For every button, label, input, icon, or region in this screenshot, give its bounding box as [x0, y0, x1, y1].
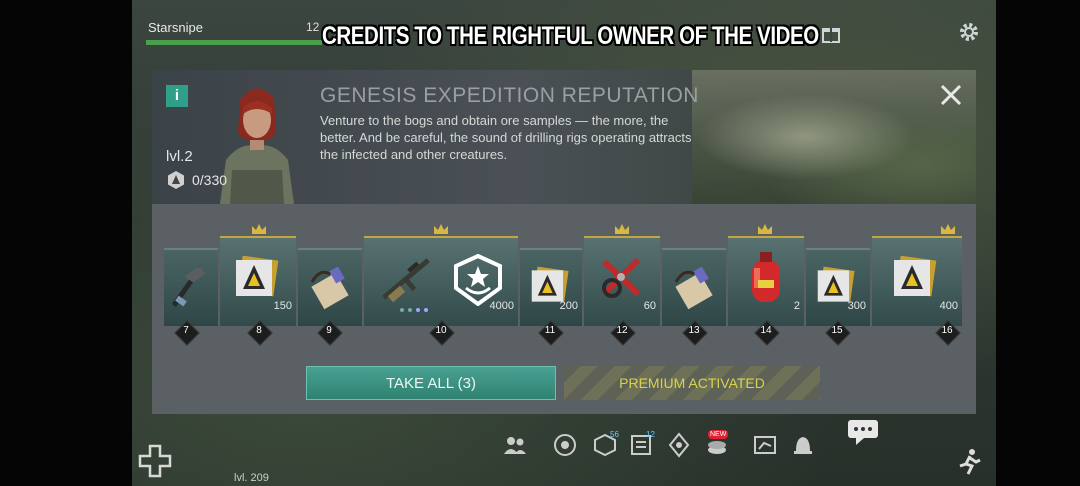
- health-bar: [146, 40, 322, 45]
- reward-card-8[interactable]: 150: [220, 236, 296, 326]
- letterbox-left: [0, 0, 132, 486]
- premium-crown-icon: [758, 224, 772, 234]
- level-marker: 8: [247, 320, 273, 346]
- reward-quantity: 200: [559, 300, 578, 312]
- level-marker: 15: [825, 320, 851, 346]
- star-emblem-icon: [454, 254, 502, 306]
- letterbox-right: [996, 0, 1080, 486]
- panel-title: GENESIS EXPEDITION REPUTATION: [320, 84, 699, 107]
- reputation-progress: 0/330: [192, 172, 228, 188]
- reward-card-14[interactable]: 2: [728, 236, 804, 326]
- info-icon[interactable]: i: [166, 85, 188, 107]
- panel-header: i lvl.2 0/330 GENESIS EXPEDITION REPUTAT…: [152, 70, 976, 204]
- bottom-toolbar: 56 12: [502, 430, 822, 462]
- reward-quantity: 300: [847, 300, 866, 312]
- pliers-icon: [601, 257, 641, 298]
- level-marker: 10: [429, 320, 455, 346]
- gas-canister-icon: [752, 252, 780, 302]
- carousel-dots: [400, 308, 430, 312]
- swamp-artwork: [692, 70, 976, 204]
- level-marker: 9: [317, 320, 343, 346]
- reputation-level: lvl.2: [166, 148, 193, 165]
- reputation-icon: [168, 171, 184, 189]
- level-marker: 7: [174, 320, 200, 346]
- level-marker: 13: [682, 320, 708, 346]
- panel-description: Venture to the bogs and obtain ore sampl…: [320, 113, 692, 162]
- crafting-badge: 56: [610, 430, 619, 439]
- clan-icon[interactable]: [552, 432, 578, 458]
- premium-crown-icon: [434, 224, 448, 234]
- reward-card-7[interactable]: [164, 248, 218, 326]
- bell-icon[interactable]: [790, 432, 816, 458]
- plus-icon[interactable]: [138, 444, 172, 478]
- reward-card-15[interactable]: 300: [806, 248, 870, 326]
- reputation-panel: i lvl.2 0/330 GENESIS EXPEDITION REPUTAT…: [152, 70, 976, 414]
- premium-crown-icon: [252, 224, 266, 234]
- reward-quantity: 60: [643, 300, 656, 312]
- premium-crown-icon: [615, 224, 629, 234]
- watermark-text: CREDITS TO THE RIGHTFUL OWNER OF THE VID…: [322, 22, 819, 50]
- reward-quantity: 150: [273, 300, 292, 312]
- player-level: lvl. 209: [234, 472, 269, 484]
- quests-badge: 12: [646, 430, 655, 439]
- player-name: Starsnipe: [148, 20, 203, 35]
- level-marker: 12: [610, 320, 636, 346]
- premium-status: PREMIUM ACTIVATED: [564, 366, 820, 400]
- reward-card-11[interactable]: 200: [520, 248, 582, 326]
- token-icon: [894, 256, 937, 297]
- reward-quantity: 4000: [489, 300, 514, 312]
- scroll-icon: [310, 266, 349, 310]
- scroll-icon: [674, 266, 713, 310]
- player-value: 12: [306, 20, 320, 34]
- compass-icon[interactable]: [666, 432, 692, 458]
- gift-icon[interactable]: [820, 22, 842, 44]
- reward-quantity: 2: [793, 300, 800, 312]
- reward-card-16[interactable]: 400: [872, 236, 962, 326]
- rifle-icon: [382, 258, 430, 303]
- sprint-icon[interactable]: [956, 448, 984, 476]
- new-badge: NEW: [708, 430, 729, 439]
- level-marker: 16: [935, 320, 961, 346]
- reward-card-12[interactable]: 60: [584, 236, 660, 326]
- reward-quantity: 400: [939, 300, 958, 312]
- chat-icon[interactable]: [846, 418, 880, 446]
- premium-crown-icon: [941, 224, 955, 234]
- reward-card-9[interactable]: [298, 248, 362, 326]
- level-marker: 14: [754, 320, 780, 346]
- hammer-icon: [172, 268, 206, 308]
- friends-icon[interactable]: [502, 432, 528, 458]
- close-icon[interactable]: [938, 82, 964, 108]
- map-icon[interactable]: [752, 432, 778, 458]
- level-marker: 11: [538, 320, 564, 346]
- token-icon: [236, 256, 279, 297]
- gear-icon[interactable]: [957, 20, 981, 44]
- take-all-button[interactable]: TAKE ALL (3): [306, 366, 556, 400]
- reward-card-13[interactable]: [662, 248, 726, 326]
- reward-card-10[interactable]: 4000: [364, 236, 518, 326]
